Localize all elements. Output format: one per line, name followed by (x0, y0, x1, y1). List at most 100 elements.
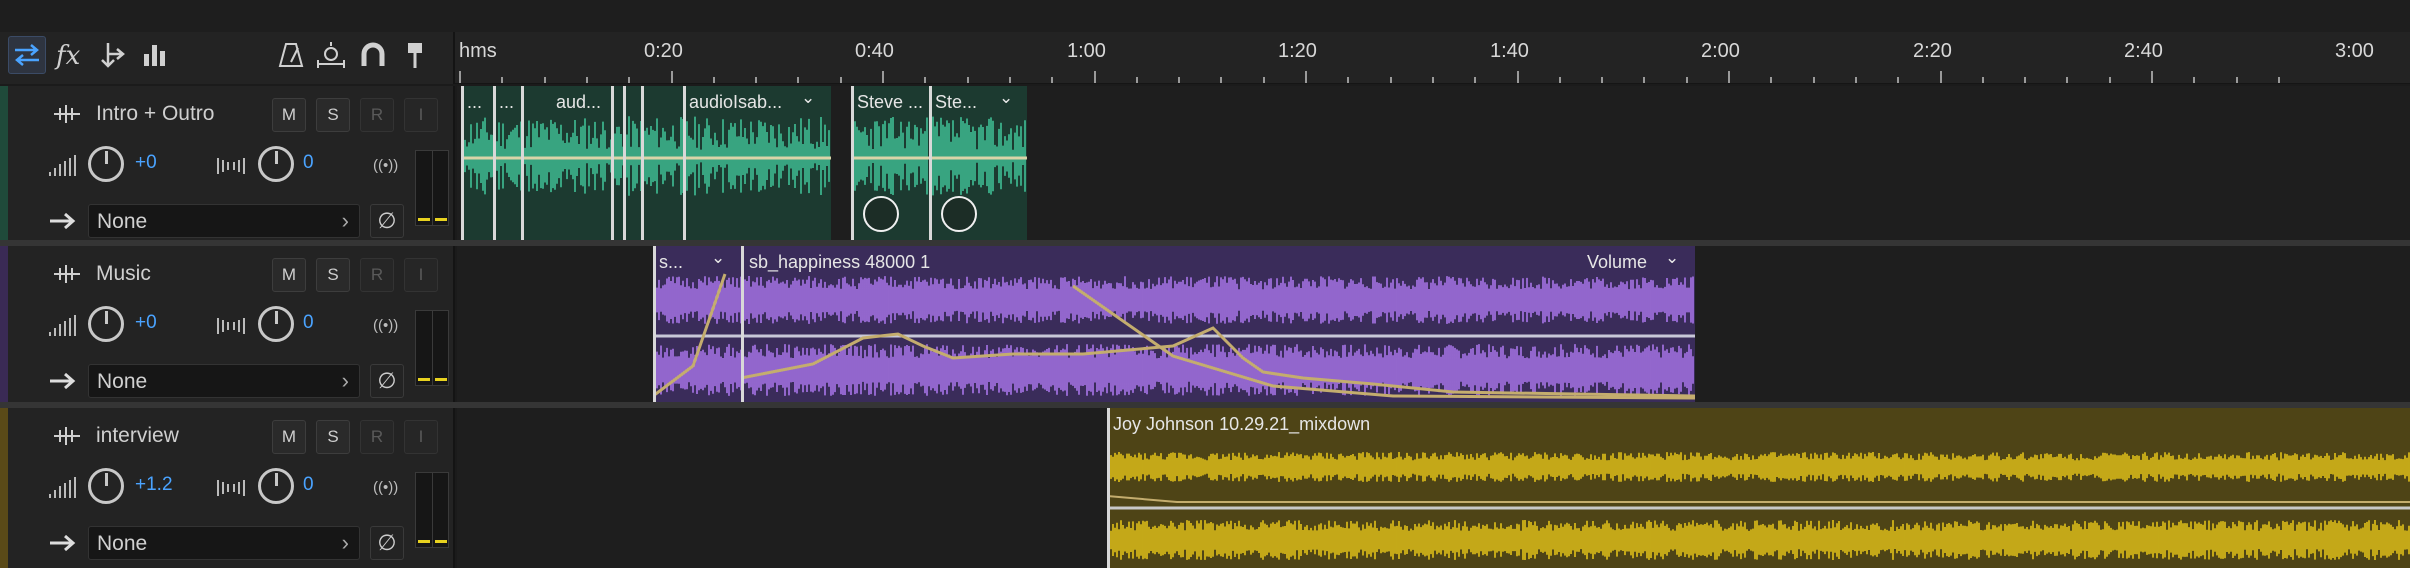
clip-title: ... (499, 92, 515, 112)
track-name[interactable]: Intro + Outro (96, 102, 214, 126)
clip[interactable]: ... ... aud... audioIsab... ⌄ (461, 86, 831, 240)
record-arm-button[interactable]: R (360, 98, 394, 132)
solo-button[interactable]: S (316, 420, 350, 454)
volume-icon (49, 315, 76, 336)
record-arm-button[interactable]: R (360, 258, 394, 292)
chevron-right-icon: › (341, 368, 349, 393)
output-routing-select[interactable]: None › (88, 204, 360, 238)
switch-view-icon[interactable] (8, 36, 46, 74)
phase-invert-button[interactable]: ∅ (370, 204, 404, 238)
record-arm-button[interactable]: R (360, 420, 394, 454)
track-color-strip (0, 246, 8, 402)
input-monitor-button[interactable]: I (404, 98, 438, 132)
ruler-label: 2:00 (1701, 40, 1740, 62)
clip[interactable]: Ste... ⌄ (929, 86, 1027, 240)
track-lane[interactable]: Joy Johnson 10.29.21_mixdown (457, 408, 2410, 568)
ruler-label: 3:00 (2335, 40, 2374, 62)
track-type-icon (54, 427, 80, 445)
track-color-strip (0, 408, 8, 568)
output-routing-select[interactable]: None › (88, 364, 360, 398)
volume-value[interactable]: +0 (135, 152, 157, 174)
chevron-right-icon: › (341, 208, 349, 233)
clip-effects-icon[interactable] (863, 196, 899, 232)
solo-button[interactable]: S (316, 258, 350, 292)
clip-parameter-label: Volume (1587, 252, 1648, 272)
pan-knob[interactable] (258, 146, 294, 182)
level-meter (415, 472, 449, 548)
ruler-label: 1:00 (1067, 40, 1106, 62)
level-meter (415, 150, 449, 226)
routing-value: None (97, 532, 148, 555)
track-lane[interactable]: s... ⌄ sb_happiness 48000 1 Volume ⌄ (457, 246, 2410, 402)
volume-value[interactable]: +0 (135, 312, 157, 334)
track-name[interactable]: Music (96, 262, 151, 286)
routing-value: None (97, 370, 148, 393)
clip-title: Ste... (935, 92, 978, 112)
output-arrow-icon (50, 534, 76, 552)
chevron-down-icon[interactable]: ⌄ (801, 88, 815, 108)
metronome-icon[interactable] (272, 36, 310, 74)
clip-title: sb_happiness 48000 1 (749, 252, 931, 272)
volume-knob[interactable] (88, 146, 124, 182)
routing-value: None (97, 210, 148, 233)
svg-text:fx: fx (54, 41, 81, 70)
pan-icon (217, 480, 245, 496)
ruler-label: 0:40 (855, 40, 894, 62)
pan-value[interactable]: 0 (303, 312, 314, 334)
ruler-label: 2:40 (2124, 40, 2163, 62)
chevron-right-icon: › (341, 530, 349, 555)
clip[interactable]: s... ⌄ sb_happiness 48000 1 Volume ⌄ (653, 246, 1695, 402)
pan-icon (217, 318, 245, 334)
volume-value[interactable]: +1.2 (135, 474, 173, 496)
clip-effects-icon[interactable] (941, 196, 977, 232)
phase-invert-button[interactable]: ∅ (370, 364, 404, 398)
snap-magnet-icon[interactable] (354, 36, 392, 74)
pan-knob[interactable] (258, 306, 294, 342)
chevron-down-icon[interactable]: ⌄ (999, 88, 1013, 108)
ruler-label: 2:20 (1913, 40, 1952, 62)
clip[interactable]: Joy Johnson 10.29.21_mixdown (1107, 408, 2410, 568)
chevron-down-icon[interactable]: ⌄ (1665, 248, 1679, 268)
track-color-strip (0, 86, 8, 240)
input-monitor-button[interactable]: I (404, 258, 438, 292)
output-arrow-icon (50, 372, 76, 390)
clip-title: aud... (556, 92, 602, 112)
broadcast-icon[interactable]: ((•)) (373, 317, 398, 334)
phase-invert-button[interactable]: ∅ (370, 526, 404, 560)
time-selection-icon[interactable] (312, 36, 350, 74)
volume-icon (49, 155, 76, 176)
output-routing-select[interactable]: None › (88, 526, 360, 560)
volume-knob[interactable] (88, 306, 124, 342)
ruler-label: 0:20 (644, 40, 683, 62)
top-bar (0, 0, 2410, 32)
solo-button[interactable]: S (316, 98, 350, 132)
multitrack-routing-icon[interactable] (94, 36, 132, 74)
level-meter (415, 310, 449, 386)
mute-button[interactable]: M (272, 420, 306, 454)
broadcast-icon[interactable]: ((•)) (373, 479, 398, 496)
volume-knob[interactable] (88, 468, 124, 504)
input-monitor-button[interactable]: I (404, 420, 438, 454)
track-name[interactable]: interview (96, 424, 179, 448)
track-intro-outro: Intro + Outro M S R I +0 0 ((•)) None › ∅… (0, 86, 2410, 240)
ruler-label: 1:40 (1490, 40, 1529, 62)
output-arrow-icon (50, 212, 76, 230)
mute-button[interactable]: M (272, 258, 306, 292)
marker-icon[interactable] (396, 36, 434, 74)
broadcast-icon[interactable]: ((•)) (373, 157, 398, 174)
chevron-down-icon[interactable]: ⌄ (711, 248, 725, 268)
track-lane[interactable]: ... ... aud... audioIsab... ⌄ Steve ... … (457, 86, 2410, 240)
timeline-ruler[interactable]: hms 0:20 0:40 1:00 1:20 1:40 2:00 2:20 2… (455, 32, 2410, 84)
track-interview: interview M S R I +1.2 0 ((•)) None › ∅ J… (0, 408, 2410, 568)
ruler-label: hms (459, 40, 497, 62)
clip-title: s... (659, 252, 684, 272)
pan-value[interactable]: 0 (303, 474, 314, 496)
clip[interactable]: Steve ... (851, 86, 929, 240)
clip-levels-icon[interactable] (136, 36, 174, 74)
pan-knob[interactable] (258, 468, 294, 504)
pan-value[interactable]: 0 (303, 152, 314, 174)
effects-icon[interactable]: fx (52, 36, 90, 74)
clip-title: audioIsab... (689, 92, 783, 112)
track-header: Intro + Outro M S R I +0 0 ((•)) None › ∅ (8, 86, 455, 240)
mute-button[interactable]: M (272, 98, 306, 132)
